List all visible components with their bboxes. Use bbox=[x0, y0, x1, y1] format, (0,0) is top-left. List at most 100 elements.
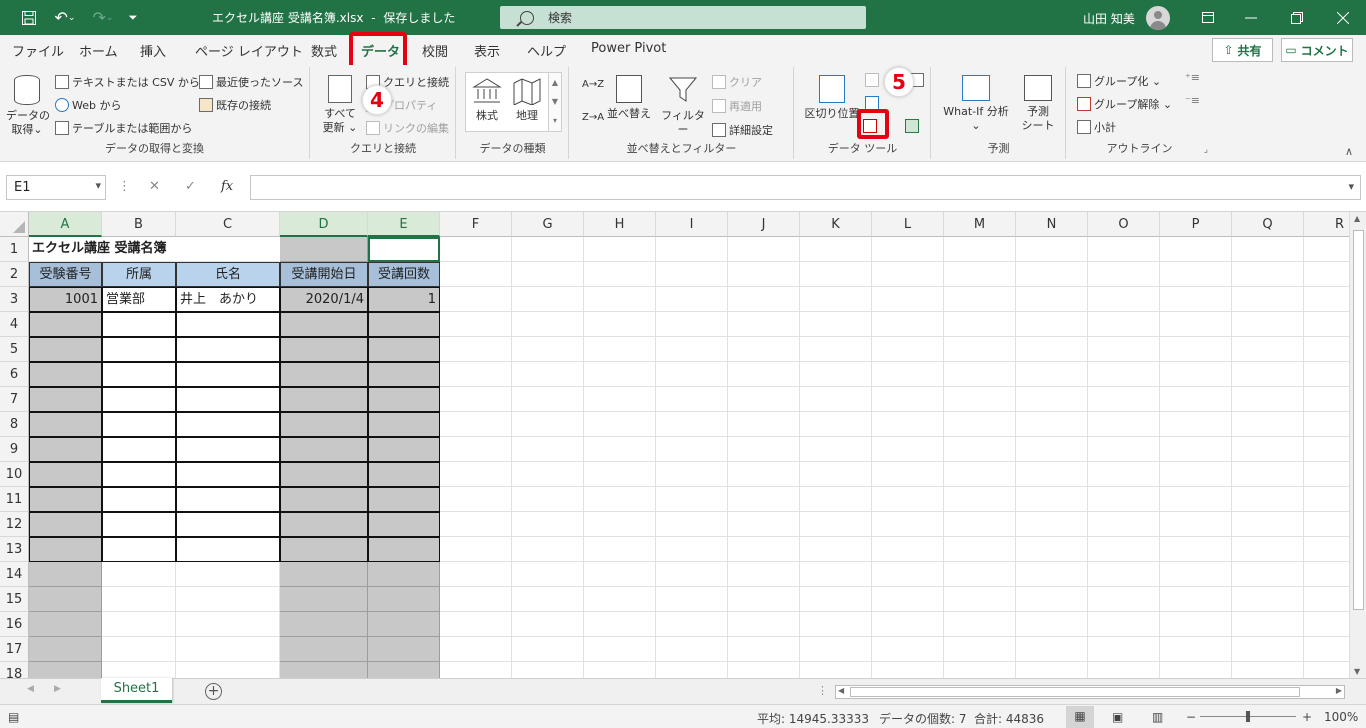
cell-b5[interactable] bbox=[102, 337, 176, 362]
row-header-9[interactable]: 9 bbox=[0, 437, 29, 462]
cell-a18[interactable] bbox=[29, 662, 102, 678]
row-header-17[interactable]: 17 bbox=[0, 637, 29, 662]
cell-e14[interactable] bbox=[368, 562, 440, 587]
column-header-q[interactable]: Q bbox=[1232, 212, 1304, 237]
zoom-slider-thumb[interactable] bbox=[1246, 711, 1250, 722]
show-detail-icon[interactable]: ⁺≡ bbox=[1185, 71, 1200, 84]
column-header-l[interactable]: L bbox=[872, 212, 944, 237]
cell-c10[interactable] bbox=[176, 462, 280, 487]
cell-e10[interactable] bbox=[368, 462, 440, 487]
zoom-out-icon[interactable]: − bbox=[1186, 710, 1196, 724]
cell-b10[interactable] bbox=[102, 462, 176, 487]
scroll-right-icon[interactable]: ▶ bbox=[1336, 686, 1342, 695]
scroll-down-icon[interactable]: ▼ bbox=[1354, 667, 1360, 676]
cell-c9[interactable] bbox=[176, 437, 280, 462]
row-header-8[interactable]: 8 bbox=[0, 412, 29, 437]
cell-b4[interactable] bbox=[102, 312, 176, 337]
column-header-b[interactable]: B bbox=[102, 212, 176, 237]
sort-ascending-button[interactable]: A→Z bbox=[582, 80, 604, 90]
sort-descending-button[interactable]: Z→A bbox=[582, 112, 604, 123]
cell-d1[interactable] bbox=[280, 237, 368, 262]
cell-d2[interactable]: 受講開始日 bbox=[280, 262, 368, 287]
cell-d12[interactable] bbox=[280, 512, 368, 537]
stocks-button[interactable]: 株式 bbox=[469, 77, 505, 123]
row-header-18[interactable]: 18 bbox=[0, 662, 29, 678]
insert-function-icon[interactable]: fx bbox=[221, 179, 233, 194]
comment-button[interactable]: ▭ コメント bbox=[1281, 38, 1353, 62]
cancel-icon[interactable]: ✕ bbox=[149, 179, 160, 194]
cell-a14[interactable] bbox=[29, 562, 102, 587]
cell-e8[interactable] bbox=[368, 412, 440, 437]
minimize-icon[interactable] bbox=[1228, 0, 1274, 35]
group-button[interactable]: グループ化 ⌄ bbox=[1077, 73, 1161, 89]
collapse-ribbon-icon[interactable]: ∧ bbox=[1345, 145, 1353, 158]
forecast-sheet-button[interactable]: 予測 シート bbox=[1018, 75, 1058, 133]
sheet-tab-sheet1[interactable]: Sheet1 bbox=[101, 678, 172, 703]
cell-c4[interactable] bbox=[176, 312, 280, 337]
column-header-i[interactable]: I bbox=[656, 212, 728, 237]
scroll-left-icon[interactable]: ◀ bbox=[838, 686, 844, 695]
cell-b2[interactable]: 所属 bbox=[102, 262, 176, 287]
spreadsheet-grid[interactable]: ABCDEFGHIJKLMNOPQR 1 2 3 4 5 6 7 8 9 10 11 12 13 14 15… bbox=[0, 212, 1349, 678]
horizontal-scrollbar[interactable]: ◀ ▶ bbox=[835, 685, 1345, 699]
cell-d9[interactable] bbox=[280, 437, 368, 462]
cell-e6[interactable] bbox=[368, 362, 440, 387]
filter-button[interactable]: フィルター bbox=[660, 75, 706, 137]
cell-c13[interactable] bbox=[176, 537, 280, 562]
cell-e4[interactable] bbox=[368, 312, 440, 337]
cell-a2[interactable]: 受験番号 bbox=[29, 262, 102, 287]
from-text-csv-button[interactable]: テキストまたは CSV から bbox=[55, 74, 200, 90]
cell-c8[interactable] bbox=[176, 412, 280, 437]
normal-view-icon[interactable]: ▦ bbox=[1066, 706, 1094, 728]
cell-e17[interactable] bbox=[368, 637, 440, 662]
cell-e5[interactable] bbox=[368, 337, 440, 362]
row-header-12[interactable]: 12 bbox=[0, 512, 29, 537]
tab-home[interactable]: ホーム bbox=[79, 41, 118, 60]
tab-help[interactable]: ヘルプ bbox=[527, 41, 566, 60]
ungroup-button[interactable]: グループ解除 ⌄ bbox=[1077, 96, 1172, 112]
column-header-c[interactable]: C bbox=[176, 212, 280, 237]
scroll-up-icon[interactable]: ▲ bbox=[1354, 214, 1360, 223]
column-header-r[interactable]: R bbox=[1304, 212, 1349, 237]
column-header-f[interactable]: F bbox=[440, 212, 512, 237]
tab-insert[interactable]: 挿入 bbox=[140, 41, 166, 60]
zoom-in-icon[interactable]: + bbox=[1302, 710, 1312, 724]
cell-b7[interactable] bbox=[102, 387, 176, 412]
remove-duplicates-button[interactable] bbox=[865, 96, 882, 110]
vertical-scrollbar[interactable]: ▲ ▼ bbox=[1349, 212, 1366, 678]
cell-a10[interactable] bbox=[29, 462, 102, 487]
column-header-n[interactable]: N bbox=[1016, 212, 1088, 237]
column-header-o[interactable]: O bbox=[1088, 212, 1160, 237]
cell-a17[interactable] bbox=[29, 637, 102, 662]
cell-d14[interactable] bbox=[280, 562, 368, 587]
row-header-10[interactable]: 10 bbox=[0, 462, 29, 487]
cell-c6[interactable] bbox=[176, 362, 280, 387]
recent-sources-button[interactable]: 最近使ったソース bbox=[199, 74, 303, 90]
undo-icon[interactable]: ↶ ⌄ bbox=[50, 0, 80, 35]
share-button[interactable]: ⇧ 共有 bbox=[1212, 38, 1273, 62]
cell-d8[interactable] bbox=[280, 412, 368, 437]
column-header-d[interactable]: D bbox=[280, 212, 368, 237]
name-box[interactable]: E1 bbox=[6, 175, 106, 200]
formula-input[interactable] bbox=[250, 175, 1361, 200]
refresh-all-button[interactable]: すべて 更新 ⌄ bbox=[319, 75, 361, 135]
tab-page-layout[interactable]: ページ レイアウト bbox=[195, 41, 303, 60]
cell-a1[interactable]: エクセル講座 受講名簿 bbox=[29, 237, 279, 262]
cell-e18[interactable] bbox=[368, 662, 440, 678]
cell-c3[interactable]: 井上 あかり bbox=[176, 287, 280, 312]
cell-d5[interactable] bbox=[280, 337, 368, 362]
close-icon[interactable] bbox=[1320, 0, 1366, 35]
cell-d11[interactable] bbox=[280, 487, 368, 512]
row-header-2[interactable]: 2 bbox=[0, 262, 29, 287]
cell-e13[interactable] bbox=[368, 537, 440, 562]
page-break-view-icon[interactable]: ▥ bbox=[1152, 710, 1163, 724]
what-if-button[interactable]: What-If 分析 ⌄ bbox=[938, 75, 1014, 133]
cell-c7[interactable] bbox=[176, 387, 280, 412]
user-name[interactable]: 山田 知美 bbox=[1083, 10, 1135, 27]
cell-d4[interactable] bbox=[280, 312, 368, 337]
horizontal-scroll-thumb[interactable] bbox=[850, 687, 1300, 697]
subtotal-button[interactable]: 小計 bbox=[1077, 119, 1116, 135]
cell-a15[interactable] bbox=[29, 587, 102, 612]
tab-formulas[interactable]: 数式 bbox=[311, 41, 337, 60]
ribbon-display-icon[interactable] bbox=[1185, 0, 1231, 35]
